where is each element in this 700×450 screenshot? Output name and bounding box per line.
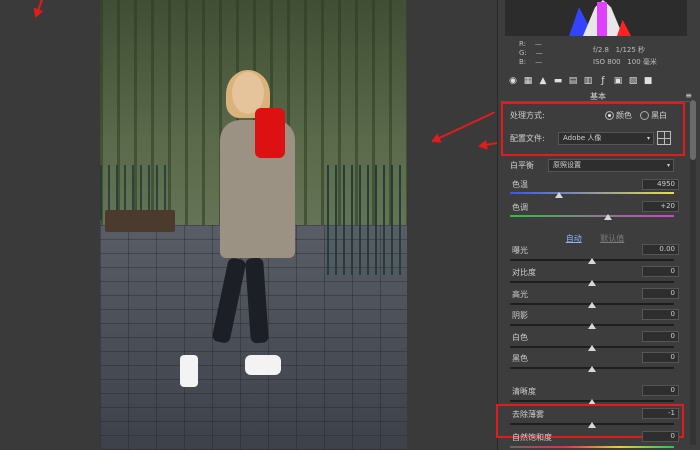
- panel-scrollbar[interactable]: [690, 100, 696, 445]
- r-value: —: [534, 40, 542, 48]
- temp-slider-thumb[interactable]: [555, 192, 563, 198]
- whites-label: 白色: [512, 333, 528, 342]
- white-balance-select[interactable]: 原照设置 ▾: [548, 159, 674, 172]
- aperture: f/2.8: [593, 46, 609, 54]
- blacks-label: 黑色: [512, 354, 528, 363]
- shadows-slider-thumb[interactable]: [588, 323, 596, 329]
- rgb-readout: R: — G: — B: —: [519, 40, 543, 67]
- b-value: —: [535, 58, 543, 66]
- section-title: 基本 ≡: [500, 91, 696, 102]
- histogram-magenta-channel: [597, 2, 607, 36]
- presets-icon[interactable]: ▧: [628, 76, 638, 86]
- highlights-label: 高光: [512, 290, 528, 299]
- tint-slider[interactable]: [510, 215, 674, 217]
- b-label: B:: [519, 58, 527, 66]
- vibrance-slider[interactable]: [510, 446, 674, 448]
- tool-strip: ◉ ▦ ▲ ▬ ▤ ▥ ƒ ▣ ▧ ■: [505, 74, 690, 88]
- exposure-readout: f/2.8 1/125 秒 ISO 800 100 毫米: [593, 44, 657, 68]
- chevron-down-icon: ▾: [666, 162, 670, 169]
- exposure-slider-thumb[interactable]: [588, 258, 596, 264]
- r-label: R:: [519, 40, 527, 48]
- contrast-slider-thumb[interactable]: [588, 280, 596, 286]
- image-canvas: [0, 0, 497, 450]
- split-toning-icon[interactable]: ▬: [553, 76, 563, 86]
- auto-default-row: 自动 默认值: [510, 233, 680, 244]
- calibration-icon[interactable]: ▣: [613, 76, 623, 86]
- shutter: 1/125 秒: [615, 46, 646, 54]
- shadows-label: 阴影: [512, 311, 528, 320]
- histogram: [505, 0, 687, 36]
- iso: ISO 800: [593, 58, 621, 66]
- shadows-value[interactable]: 0: [642, 309, 679, 320]
- exposure-value[interactable]: 0.00: [642, 244, 679, 255]
- section-title-label: 基本: [590, 92, 606, 101]
- snapshots-icon[interactable]: ■: [643, 76, 653, 86]
- bench: [105, 210, 175, 232]
- white-balance-value: 原照设置: [553, 161, 581, 169]
- temp-slider[interactable]: [510, 192, 674, 194]
- scrollbar-handle[interactable]: [690, 100, 696, 160]
- tint-value[interactable]: +20: [642, 201, 679, 212]
- white-balance-label: 白平衡: [510, 161, 534, 170]
- temp-label: 色温: [512, 180, 528, 189]
- lens-icon[interactable]: ▥: [583, 76, 593, 86]
- highlights-value[interactable]: 0: [642, 288, 679, 299]
- detail-icon[interactable]: ▤: [568, 76, 578, 86]
- panel-menu-icon[interactable]: ≡: [685, 91, 692, 100]
- hsl-icon[interactable]: ▲: [538, 76, 548, 86]
- default-button[interactable]: 默认值: [600, 234, 624, 243]
- contrast-value[interactable]: 0: [642, 266, 679, 277]
- auto-button[interactable]: 自动: [566, 234, 582, 243]
- contrast-label: 对比度: [512, 268, 536, 277]
- subject-shoe: [180, 355, 198, 387]
- highlights-slider-thumb[interactable]: [588, 302, 596, 308]
- exposure-label: 曝光: [512, 246, 528, 255]
- temp-value[interactable]: 4950: [642, 179, 679, 190]
- vibrance-label: 自然饱和度: [512, 433, 552, 442]
- subject-scarf: [255, 108, 285, 158]
- tint-slider-thumb[interactable]: [604, 214, 612, 220]
- photo-preview[interactable]: [100, 0, 407, 450]
- tint-label: 色调: [512, 203, 528, 212]
- highlight-box: [501, 102, 685, 156]
- basic-panel-icon[interactable]: ◉: [508, 76, 518, 86]
- subject-shoe: [245, 355, 281, 375]
- whites-slider-thumb[interactable]: [588, 345, 596, 351]
- clarity-value[interactable]: 0: [642, 385, 679, 396]
- tone-curve-icon[interactable]: ▦: [523, 76, 533, 86]
- vibrance-value[interactable]: 0: [642, 431, 679, 442]
- camera-info: R: — G: — B: — f/2.8 1/125 秒 ISO 800 100…: [505, 38, 687, 68]
- focal-length: 100 毫米: [627, 58, 657, 66]
- whites-value[interactable]: 0: [642, 331, 679, 342]
- blacks-slider-thumb[interactable]: [588, 366, 596, 372]
- blacks-value[interactable]: 0: [642, 352, 679, 363]
- g-label: G:: [519, 49, 527, 57]
- g-value: —: [535, 49, 543, 57]
- clarity-label: 清晰度: [512, 387, 536, 396]
- fx-icon[interactable]: ƒ: [598, 76, 608, 86]
- fence: [327, 165, 407, 275]
